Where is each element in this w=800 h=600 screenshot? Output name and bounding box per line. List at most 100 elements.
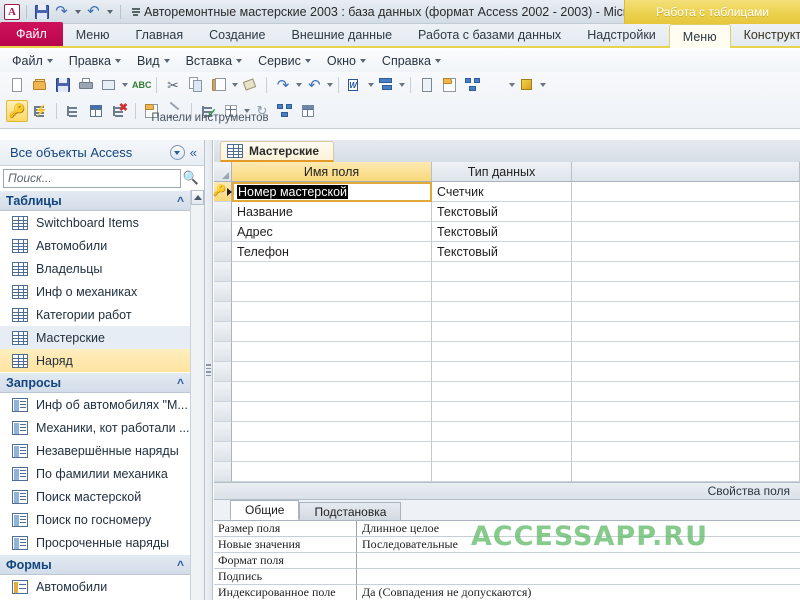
column-header-data-type[interactable]: Тип данных — [432, 162, 572, 182]
menu-view[interactable]: Вид — [129, 52, 178, 70]
cell-data-type[interactable] — [432, 342, 572, 362]
cell-field-name[interactable] — [232, 462, 432, 482]
cell-data-type[interactable] — [432, 362, 572, 382]
cell-field-name[interactable] — [232, 342, 432, 362]
grid-empty-row[interactable] — [214, 382, 800, 402]
grid-empty-row[interactable] — [214, 442, 800, 462]
cell-data-type[interactable] — [432, 322, 572, 342]
document-tab-masterskie[interactable]: Мастерские — [220, 141, 335, 162]
cell-field-name[interactable]: Телефон — [232, 242, 432, 262]
grid-row[interactable]: Название Текстовый — [214, 202, 800, 222]
cell-field-name[interactable]: Адрес — [232, 222, 432, 242]
scroll-up-button[interactable] — [191, 190, 204, 205]
tab-menu-contextual[interactable]: Меню — [668, 24, 731, 48]
new-object-icon[interactable] — [485, 74, 507, 96]
cell-description[interactable] — [572, 462, 800, 482]
nav-item-kategorii-rabot[interactable]: Категории работ — [0, 303, 190, 326]
row-selector-primary-key[interactable]: 🔑 — [213, 182, 233, 202]
grid-empty-row[interactable] — [214, 322, 800, 342]
paste-dropdown-icon[interactable] — [232, 83, 238, 87]
grid-row[interactable]: Адрес Текстовый — [214, 222, 800, 242]
nav-item-avtomobili[interactable]: Автомобили — [0, 234, 190, 257]
cell-field-name[interactable]: Название — [232, 202, 432, 222]
nav-item-query-6[interactable]: Поиск по госномеру — [0, 508, 190, 531]
cell-data-type[interactable] — [432, 442, 572, 462]
cell-data-type[interactable] — [432, 302, 572, 322]
property-value[interactable] — [357, 553, 800, 569]
property-tab-lookup[interactable]: Подстановка — [299, 502, 402, 520]
cell-data-type[interactable] — [432, 402, 572, 422]
row-selector[interactable] — [214, 462, 232, 482]
tab-file[interactable]: Файл — [0, 22, 63, 46]
cell-description[interactable] — [572, 362, 800, 382]
analyze-icon[interactable] — [375, 74, 397, 96]
undo-icon[interactable]: ↷ — [272, 74, 294, 96]
cell-description[interactable] — [572, 302, 800, 322]
cell-data-type[interactable]: Счетчик — [432, 182, 572, 202]
cell-data-type[interactable] — [432, 462, 572, 482]
nav-item-form-1[interactable]: Автомобили — [0, 575, 190, 598]
row-selector[interactable] — [214, 222, 232, 242]
help-dropdown-icon[interactable] — [540, 83, 546, 87]
row-selector[interactable] — [214, 242, 232, 262]
help-icon[interactable] — [516, 74, 538, 96]
cell-description[interactable] — [572, 382, 800, 402]
nav-item-masterskie[interactable]: Мастерские — [0, 326, 190, 349]
cell-field-name[interactable] — [232, 402, 432, 422]
cell-field-name[interactable] — [232, 302, 432, 322]
cell-data-type[interactable] — [432, 382, 572, 402]
cell-data-type[interactable]: Текстовый — [432, 222, 572, 242]
cell-description[interactable] — [572, 442, 800, 462]
redo-dropdown-icon[interactable] — [327, 83, 333, 87]
copy-icon[interactable] — [185, 74, 207, 96]
chevron-down-circle-icon[interactable] — [169, 145, 185, 160]
grid-empty-row[interactable] — [214, 282, 800, 302]
office-links-dropdown-icon[interactable] — [368, 83, 374, 87]
cell-data-type[interactable] — [432, 262, 572, 282]
row-selector[interactable] — [214, 422, 232, 442]
grid-empty-row[interactable] — [214, 362, 800, 382]
cell-field-name[interactable] — [232, 262, 432, 282]
grid-empty-row[interactable] — [214, 262, 800, 282]
undo-icon[interactable]: ↷ — [53, 3, 70, 20]
property-row[interactable]: Подпись — [214, 569, 800, 585]
menu-insert[interactable]: Вставка — [178, 52, 250, 70]
grid-empty-row[interactable] — [214, 422, 800, 442]
grid-empty-row[interactable] — [214, 462, 800, 482]
row-selector[interactable] — [214, 442, 232, 462]
row-selector[interactable] — [214, 342, 232, 362]
property-row[interactable]: Индексированное поле Да (Совпадения не д… — [214, 585, 800, 600]
new-database-icon[interactable] — [6, 74, 28, 96]
tab-addins[interactable]: Надстройки — [574, 23, 669, 46]
pane-splitter[interactable] — [205, 140, 213, 600]
column-header-field-name[interactable]: Имя поля — [232, 162, 432, 182]
nav-group-tables[interactable]: Таблицы ^ — [0, 190, 190, 211]
paste-icon[interactable] — [208, 74, 230, 96]
relationships-icon[interactable] — [462, 74, 484, 96]
redo-icon[interactable]: ↷ — [303, 74, 325, 96]
undo-dropdown-icon[interactable] — [296, 83, 302, 87]
nav-item-query-7[interactable]: Просроченные наряды — [0, 531, 190, 554]
save-icon[interactable] — [33, 3, 50, 20]
tab-design[interactable]: Конструктор — [731, 23, 800, 46]
code-icon[interactable] — [416, 74, 438, 96]
property-value[interactable]: Длинное целое — [357, 521, 800, 537]
undo-dropdown-icon[interactable] — [73, 3, 82, 20]
tab-create[interactable]: Создание — [196, 23, 278, 46]
property-value[interactable] — [357, 569, 800, 585]
menu-window[interactable]: Окно — [319, 52, 374, 70]
nav-item-query-2[interactable]: Механики, кот работали ... — [0, 416, 190, 439]
open-icon[interactable] — [29, 74, 51, 96]
property-row[interactable]: Новые значения Последовательные — [214, 537, 800, 553]
spelling-icon[interactable]: ABC — [129, 74, 152, 96]
nav-item-query-1[interactable]: Инф об автомобилях "М... — [0, 393, 190, 416]
nav-group-queries[interactable]: Запросы ^ — [0, 372, 190, 393]
nav-item-query-5[interactable]: Поиск мастерской — [0, 485, 190, 508]
row-selector[interactable] — [214, 262, 232, 282]
nav-group-forms[interactable]: Формы ^ — [0, 554, 190, 575]
cell-data-type[interactable]: Текстовый — [432, 202, 572, 222]
menu-help[interactable]: Справка — [374, 52, 449, 70]
grid-select-all-corner[interactable] — [214, 162, 232, 182]
print-icon[interactable] — [75, 74, 97, 96]
grid-row[interactable]: 🔑 Номер мастерской Счетчик — [213, 182, 800, 202]
